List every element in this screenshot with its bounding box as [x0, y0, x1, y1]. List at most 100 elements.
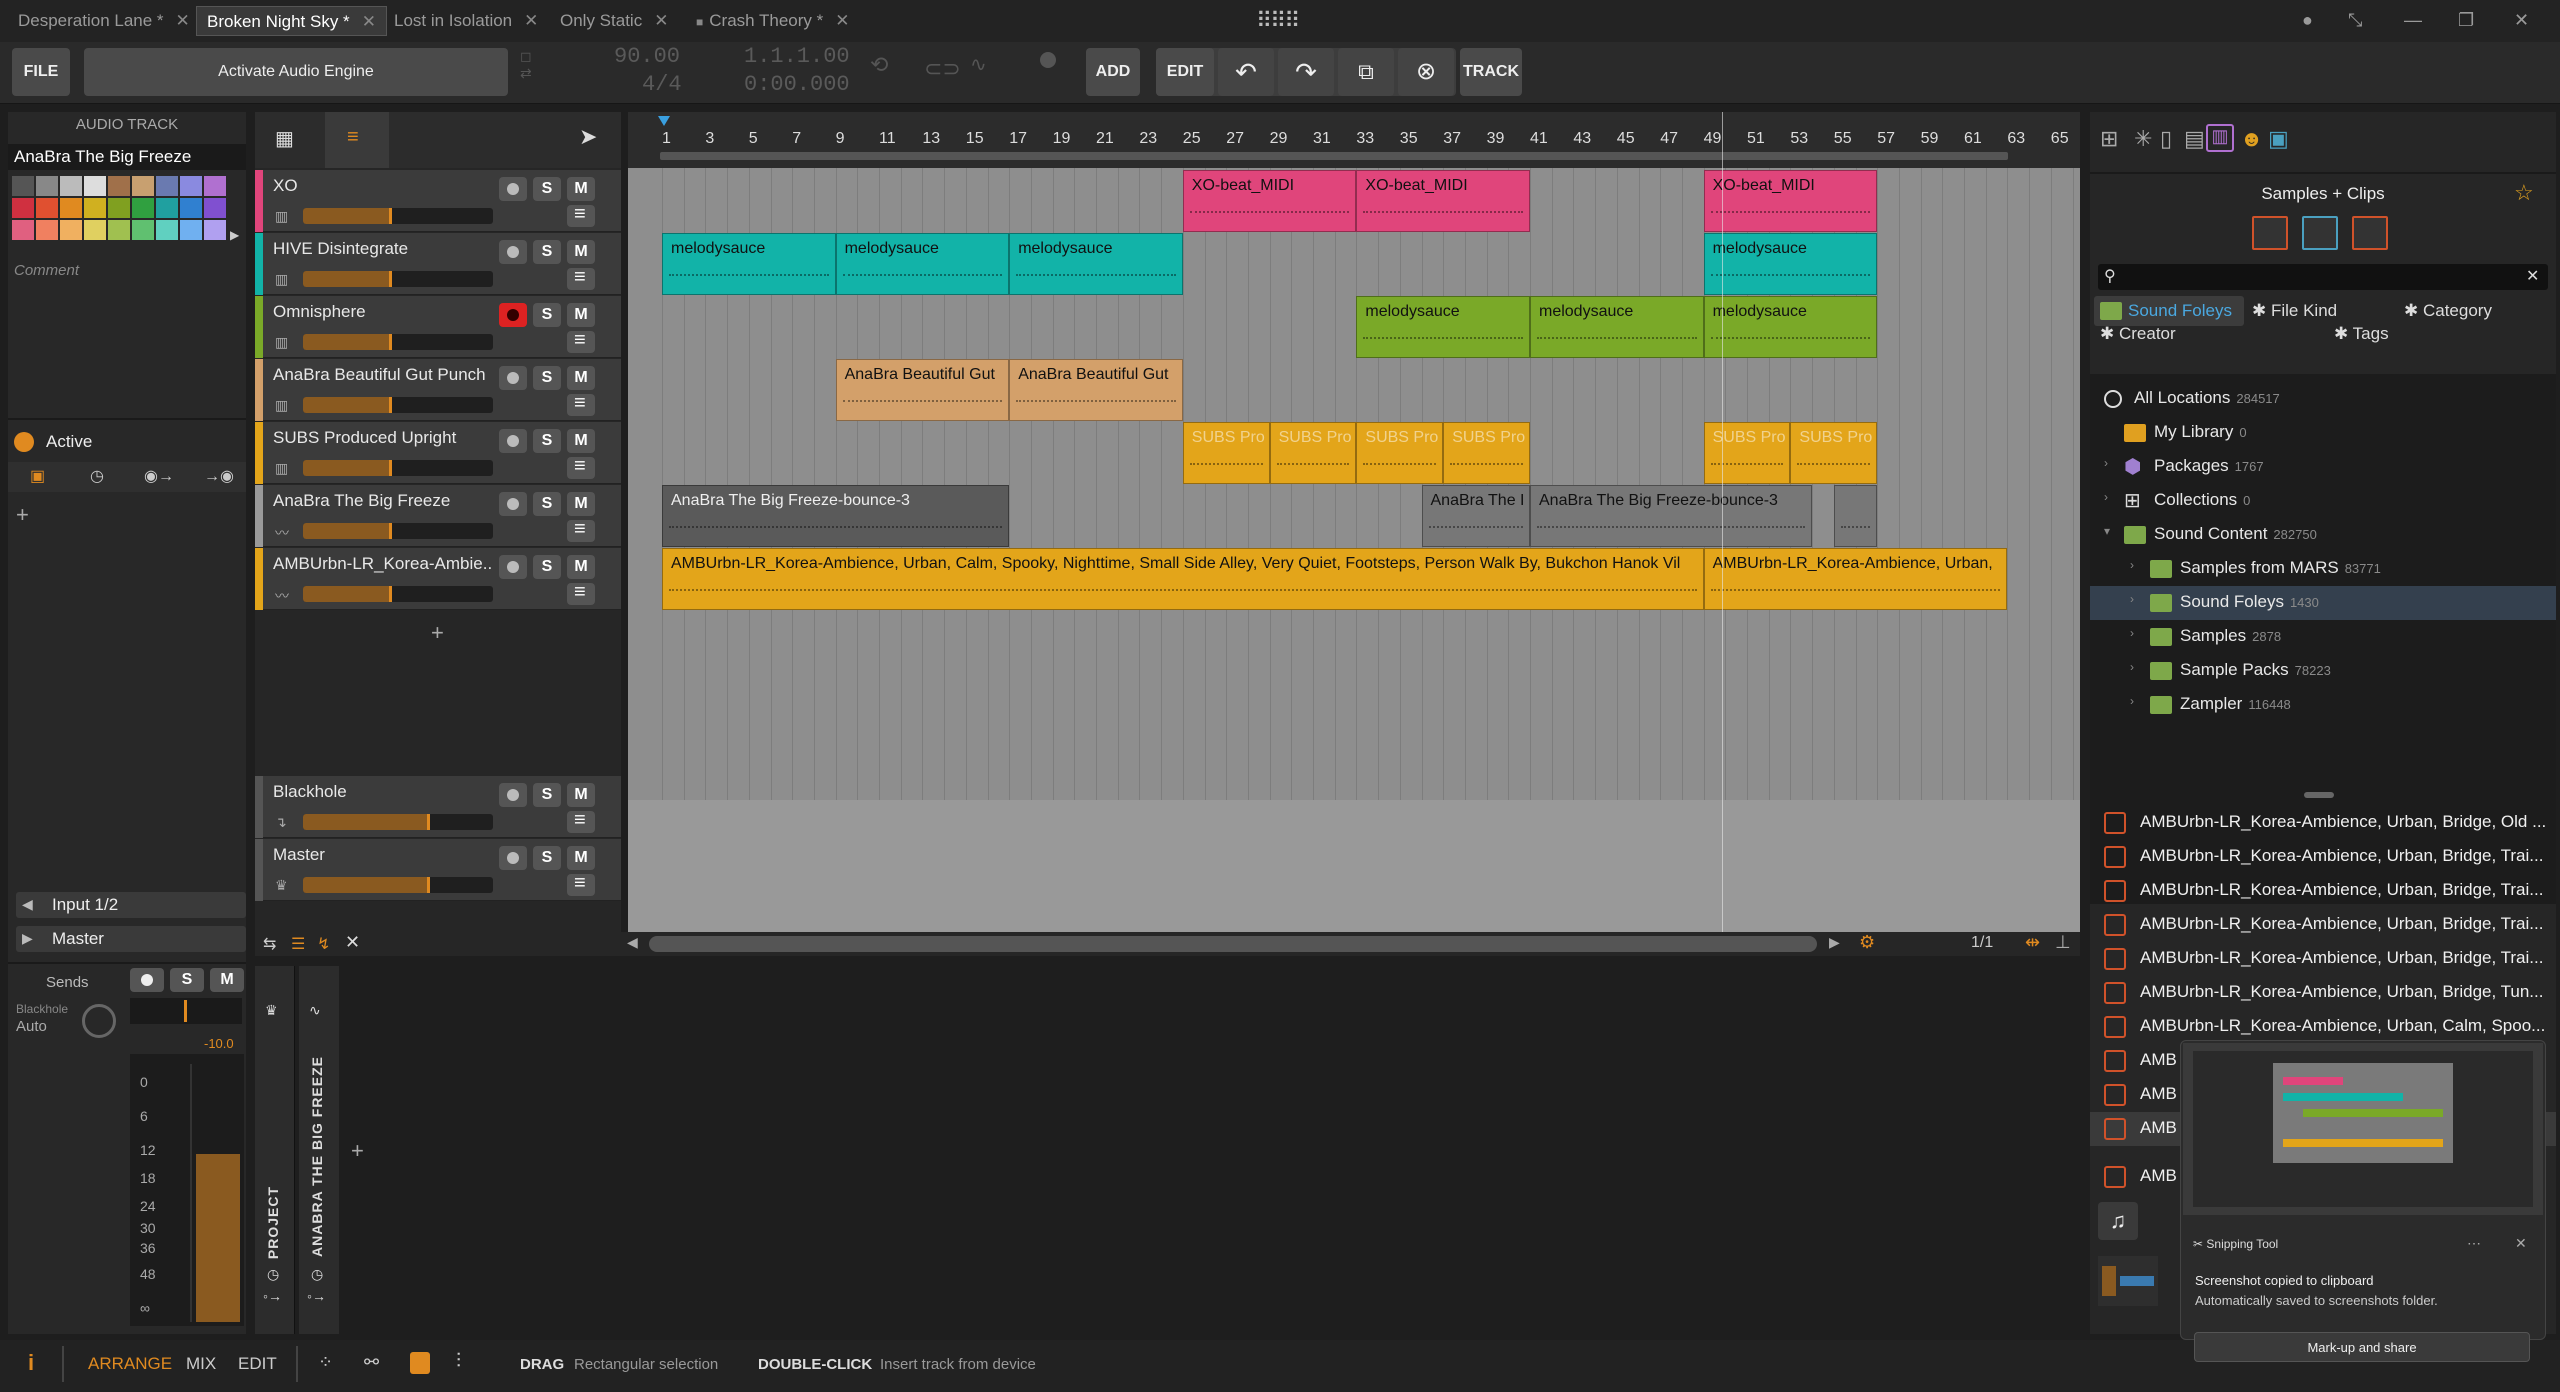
- search-input[interactable]: ⚲ ✕: [2098, 264, 2548, 290]
- doc-tab-lost-in-isolation[interactable]: Lost in Isolation ✕: [384, 6, 548, 36]
- edit-button[interactable]: EDIT: [1156, 48, 1214, 96]
- swap-icon[interactable]: ⇆: [263, 934, 276, 954]
- record-arm-button[interactable]: [499, 492, 527, 516]
- info-icon[interactable]: i: [28, 1350, 34, 1376]
- file-row[interactable]: AMBUrbn-LR_Korea-Ambience, Urban, Calm, …: [2090, 1010, 2556, 1044]
- time-display[interactable]: 0:00.000: [744, 72, 850, 97]
- clip[interactable]: [1833, 485, 1878, 547]
- route-icon[interactable]: ◦→: [263, 1288, 282, 1304]
- chevron-down-icon[interactable]: ▾: [2104, 524, 2110, 538]
- track-menu-button[interactable]: [567, 329, 595, 353]
- clip[interactable]: melodysauce: [662, 233, 836, 295]
- record-icon[interactable]: [1040, 52, 1056, 68]
- file-row[interactable]: AMBUrbn-LR_Korea-Ambience, Urban, Bridge…: [2090, 874, 2556, 908]
- user-icon[interactable]: ☻: [2240, 126, 2263, 152]
- volume-slider[interactable]: [303, 271, 493, 287]
- track-menu-button[interactable]: [567, 581, 595, 605]
- horizontal-scrollbar[interactable]: [649, 936, 1817, 952]
- solo-button[interactable]: S: [533, 555, 561, 579]
- mixer-icon[interactable]: ▤: [2184, 126, 2205, 152]
- close-icon[interactable]: ✕: [524, 11, 538, 30]
- scroll-right-icon[interactable]: ▶: [1829, 934, 1840, 951]
- track-name[interactable]: AnaBra The Big Freeze: [273, 491, 493, 511]
- input-select[interactable]: Input 1/2: [16, 892, 246, 918]
- file-button[interactable]: FILE: [12, 48, 70, 96]
- doc-tab-only-static[interactable]: Only Static ✕: [550, 6, 678, 36]
- fx-track-header[interactable]: Blackhole ↴ S M: [255, 776, 621, 838]
- track-name[interactable]: Master: [273, 845, 493, 865]
- track-header[interactable]: AMBUrbn-LR_Korea-Ambie... 〰 S M: [255, 548, 621, 610]
- metronome-icon[interactable]: ⟲: [870, 52, 888, 78]
- clip[interactable]: melodysauce: [1530, 296, 1704, 358]
- mute-button[interactable]: M: [210, 968, 244, 992]
- star-icon[interactable]: ✳: [2134, 126, 2152, 152]
- edit-mode[interactable]: EDIT: [238, 1354, 277, 1374]
- solo-button[interactable]: S: [533, 429, 561, 453]
- mute-button[interactable]: M: [567, 492, 595, 516]
- preview-waveform[interactable]: [2098, 1256, 2158, 1306]
- clip[interactable]: AMBUrbn-LR_Korea-Ambience, Urban,: [1703, 548, 2008, 610]
- panel-toggle-icon[interactable]: [410, 1352, 430, 1374]
- multi-file-type-icon[interactable]: [2352, 216, 2388, 250]
- track-name[interactable]: SUBS Produced Upright: [273, 428, 493, 448]
- clip[interactable]: melodysauce: [1356, 296, 1530, 358]
- clip[interactable]: melodysauce: [1703, 296, 1878, 358]
- volume-slider[interactable]: [303, 460, 493, 476]
- track-menu-button[interactable]: [567, 392, 595, 416]
- loop-icon[interactable]: ⊂⊃: [924, 56, 961, 82]
- track-header[interactable]: Omnisphere ▥ S M: [255, 296, 621, 358]
- clip[interactable]: XO-beat_MIDI: [1182, 170, 1357, 232]
- location-row[interactable]: › Samples 2878: [2090, 620, 2556, 654]
- clip[interactable]: melodysauce: [1703, 233, 1878, 295]
- track-header[interactable]: AnaBra Beautiful Gut Punch ▥ S M: [255, 359, 621, 421]
- arrange-mode[interactable]: ARRANGE: [88, 1354, 172, 1374]
- time-signature-display[interactable]: 4/4: [642, 72, 682, 97]
- clip[interactable]: AnaBra Beautiful Gut: [1009, 359, 1183, 421]
- grid-icon[interactable]: ⊞: [2100, 126, 2118, 152]
- location-row[interactable]: › Sound Foleys 1430: [2090, 586, 2556, 620]
- tempo-display[interactable]: 90.00: [614, 44, 680, 69]
- automation-icon[interactable]: ∿: [970, 52, 987, 77]
- track-button[interactable]: TRACK: [1460, 48, 1522, 96]
- panel-icon[interactable]: ▯: [2160, 126, 2172, 152]
- follow-icon[interactable]: ↯: [317, 934, 330, 954]
- filter-category[interactable]: ✱ Category: [2404, 301, 2492, 321]
- filter-sound-foleys[interactable]: Sound Foleys: [2094, 296, 2244, 326]
- screenshot-thumbnail[interactable]: [2183, 1043, 2543, 1215]
- redo-icon[interactable]: ↷: [1278, 48, 1334, 96]
- clock-icon[interactable]: ◷: [267, 1266, 279, 1283]
- track-header[interactable]: AnaBra The Big Freeze 〰 S M: [255, 485, 621, 547]
- mix-mode[interactable]: MIX: [186, 1354, 216, 1374]
- solo-button[interactable]: S: [533, 492, 561, 516]
- send-knob[interactable]: [82, 1004, 116, 1038]
- add-device-icon[interactable]: +: [351, 1138, 364, 1164]
- route-out-icon[interactable]: ◉→: [144, 466, 174, 486]
- clip[interactable]: SUBS Pro: [1182, 422, 1270, 484]
- split-handle[interactable]: [2304, 792, 2334, 798]
- record-arm-button[interactable]: [499, 429, 527, 453]
- color-palette[interactable]: [12, 176, 242, 250]
- mute-button[interactable]: M: [567, 240, 595, 264]
- more-icon[interactable]: ⋯: [2467, 1235, 2481, 1252]
- add-button[interactable]: ADD: [1086, 48, 1140, 96]
- clip[interactable]: XO-beat_MIDI: [1703, 170, 1878, 232]
- clip-file-type-icon[interactable]: [2302, 216, 2338, 250]
- route-in-icon[interactable]: →◉: [204, 466, 234, 486]
- clip[interactable]: SUBS Pro: [1443, 422, 1530, 484]
- mute-button[interactable]: M: [567, 177, 595, 201]
- active-toggle-icon[interactable]: [14, 432, 34, 452]
- record-arm-button[interactable]: [499, 177, 527, 201]
- file-row[interactable]: AMBUrbn-LR_Korea-Ambience, Urban, Bridge…: [2090, 840, 2556, 874]
- mute-button[interactable]: M: [567, 303, 595, 327]
- close-icon[interactable]: ✕: [176, 11, 190, 30]
- volume-slider[interactable]: [303, 523, 493, 539]
- link-icon[interactable]: ⚯: [364, 1352, 379, 1373]
- volume-slider[interactable]: [303, 334, 493, 350]
- track-menu-button[interactable]: [567, 872, 595, 896]
- track-name[interactable]: Omnisphere: [273, 302, 493, 322]
- file-row[interactable]: AMBUrbn-LR_Korea-Ambience, Urban, Bridge…: [2090, 942, 2556, 976]
- record-arm-button[interactable]: [499, 240, 527, 264]
- track-name[interactable]: AMBUrbn-LR_Korea-Ambie...: [273, 554, 493, 574]
- track-menu-button[interactable]: [567, 266, 595, 290]
- scatter-icon[interactable]: ⁘: [318, 1352, 333, 1373]
